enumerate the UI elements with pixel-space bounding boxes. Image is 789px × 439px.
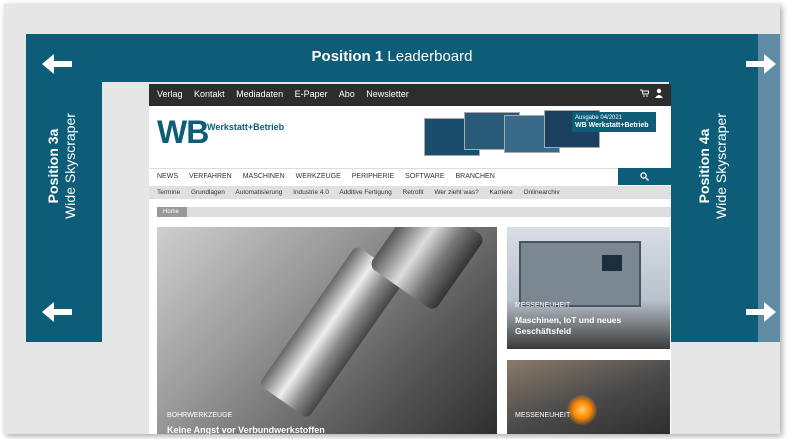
nav-werkzeuge[interactable]: WERKZEUGE: [296, 173, 341, 180]
subnav-retrofit[interactable]: Retrofit: [403, 189, 424, 196]
skyscraper-left-name: Wide Skyscraper: [62, 113, 78, 219]
website-preview: Verlag Kontakt Mediadaten E-Paper Abo Ne…: [149, 84, 671, 434]
main-nav: NEWS VERFAHREN MASCHINEN WERKZEUGE PERIP…: [149, 168, 671, 187]
subnav-additive[interactable]: Additive Fertigung: [339, 189, 391, 196]
subnav-wer-zieht-was[interactable]: Wer zieht was?: [434, 189, 478, 196]
user-icon[interactable]: [655, 88, 663, 98]
subnav-automatisierung[interactable]: Automatisierung: [235, 189, 282, 196]
card-title: Maschinen, IoT und neues Geschäftsfeld: [515, 315, 622, 336]
card-kicker: MESSENEUHEIT: [515, 412, 571, 419]
leaderboard-banner: Position 1 Leaderboard: [26, 34, 758, 82]
skyscraper-right-name: Wide Skyscraper: [713, 113, 729, 219]
logo-name: Werkstatt+Betrieb: [207, 122, 285, 132]
skyscraper-left-label: Position 3a Wide Skyscraper: [45, 91, 81, 241]
card-kicker: MESSENEUHEIT: [515, 302, 571, 309]
subnav-onlinearchiv[interactable]: Onlinearchiv: [523, 189, 559, 196]
subnav-termine[interactable]: Termine: [157, 189, 180, 196]
skyscraper-right-extension: [755, 34, 780, 342]
issue-badge-line2: WB Werkstatt+Betrieb: [575, 122, 649, 129]
breadcrumb-home[interactable]: Home: [157, 207, 188, 217]
nav-software[interactable]: SOFTWARE: [405, 173, 444, 180]
leaderboard-name: Leaderboard: [387, 48, 473, 65]
skyscraper-right-position: Position 4a: [696, 128, 712, 204]
ad-placement-frame: Position 1 Leaderboard Position 3a Wide …: [4, 4, 780, 434]
nav-maschinen[interactable]: MASCHINEN: [243, 173, 285, 180]
skyscraper-right-label: Position 4a Wide Skyscraper: [696, 91, 732, 241]
article-card[interactable]: MESSENEUHEIT Maschinen, IoT und neues Ge…: [507, 227, 670, 349]
top-nav: Verlag Kontakt Mediadaten E-Paper Abo Ne…: [157, 89, 418, 99]
card-image-screen: [602, 255, 622, 271]
subnav-industrie[interactable]: Industrie 4.0: [293, 189, 329, 196]
subnav-grundlagen[interactable]: Grundlagen: [191, 189, 225, 196]
nav-peripherie[interactable]: PERIPHERIE: [352, 173, 394, 180]
arrow-left-bottom-icon: [42, 302, 72, 322]
top-nav-mediadaten[interactable]: Mediadaten: [236, 89, 283, 99]
top-nav-newsletter[interactable]: Newsletter: [366, 89, 409, 99]
sub-nav: Termine Grundlagen Automatisierung Indus…: [149, 186, 671, 199]
cart-icon[interactable]: [640, 89, 649, 97]
issue-badge[interactable]: Ausgabe 04/2021 WB Werkstatt+Betrieb: [572, 112, 656, 132]
card-image-spark: [567, 395, 597, 425]
arrow-right-bottom-icon: [746, 302, 776, 322]
top-nav-verlag[interactable]: Verlag: [157, 89, 183, 99]
nav-verfahren[interactable]: VERFAHREN: [189, 173, 232, 180]
search-button[interactable]: [618, 168, 671, 185]
leaderboard-position: Position 1: [311, 48, 384, 65]
top-nav-kontakt[interactable]: Kontakt: [194, 89, 225, 99]
hero-kicker: BOHRWERKZEUGE: [167, 412, 233, 419]
breadcrumb: Home: [157, 207, 671, 217]
skyscraper-right: Position 4a Wide Skyscraper: [669, 34, 758, 342]
skyscraper-left-position: Position 3a: [45, 128, 61, 204]
card-image-machine: [519, 241, 641, 307]
leaderboard-label: Position 1 Leaderboard: [26, 48, 758, 65]
nav-branchen[interactable]: BRANCHEN: [455, 173, 494, 180]
search-icon: [640, 172, 649, 181]
issue-badge-line1: Ausgabe 04/2021: [575, 115, 623, 121]
nav-news[interactable]: NEWS: [157, 173, 178, 180]
arrow-right-top-icon: [746, 54, 776, 74]
hero-title: Keine Angst vor Verbundwerkstoffen: [167, 425, 325, 434]
top-nav-abo[interactable]: Abo: [339, 89, 355, 99]
top-nav-epaper[interactable]: E-Paper: [295, 89, 328, 99]
skyscraper-left: Position 3a Wide Skyscraper: [26, 34, 102, 342]
article-card[interactable]: MESSENEUHEIT: [507, 360, 670, 434]
hero-article[interactable]: BOHRWERKZEUGE Keine Angst vor Verbundwer…: [157, 227, 497, 434]
top-bar: Verlag Kontakt Mediadaten E-Paper Abo Ne…: [149, 84, 671, 106]
arrow-left-top-icon: [42, 54, 72, 74]
subnav-karriere[interactable]: Karriere: [490, 189, 513, 196]
logo-mark: WB: [157, 114, 209, 150]
